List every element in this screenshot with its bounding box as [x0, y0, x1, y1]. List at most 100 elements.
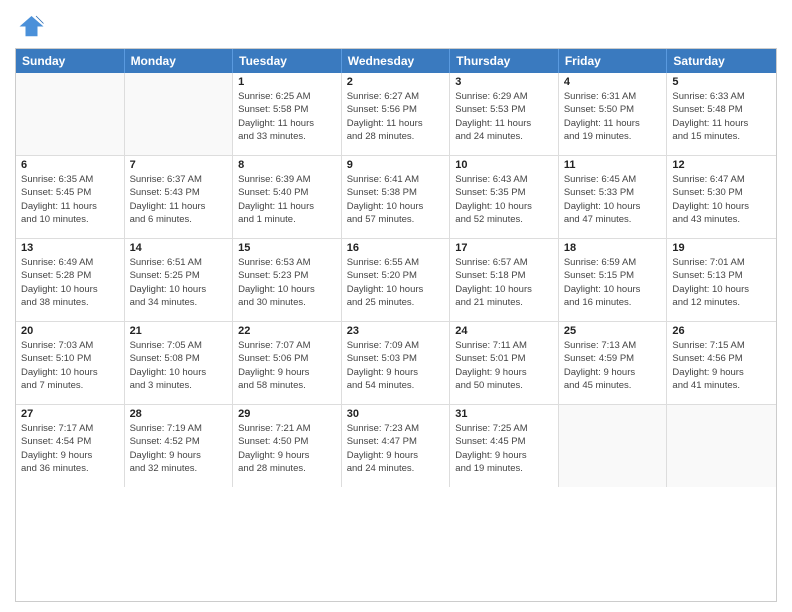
cell-line: Daylight: 10 hours	[347, 283, 445, 296]
day-number: 1	[238, 76, 336, 88]
cell-line: Sunrise: 6:43 AM	[455, 173, 553, 186]
cell-line: and 15 minutes.	[672, 130, 771, 143]
cell-line: Sunset: 5:58 PM	[238, 103, 336, 116]
cell-line: Sunrise: 6:59 AM	[564, 256, 662, 269]
day-number: 4	[564, 76, 662, 88]
calendar-cell: 26Sunrise: 7:15 AMSunset: 4:56 PMDayligh…	[667, 322, 776, 404]
cell-line: and 6 minutes.	[130, 213, 228, 226]
cell-line: Sunset: 5:30 PM	[672, 186, 771, 199]
calendar-cell: 12Sunrise: 6:47 AMSunset: 5:30 PMDayligh…	[667, 156, 776, 238]
calendar-cell: 27Sunrise: 7:17 AMSunset: 4:54 PMDayligh…	[16, 405, 125, 487]
cell-line: Daylight: 10 hours	[130, 366, 228, 379]
cell-line: Sunset: 4:54 PM	[21, 435, 119, 448]
cell-line: Sunset: 5:25 PM	[130, 269, 228, 282]
calendar-header-cell: Monday	[125, 49, 234, 73]
cell-line: Sunset: 4:45 PM	[455, 435, 553, 448]
cell-line: Sunrise: 7:17 AM	[21, 422, 119, 435]
calendar-cell: 10Sunrise: 6:43 AMSunset: 5:35 PMDayligh…	[450, 156, 559, 238]
calendar-cell: 21Sunrise: 7:05 AMSunset: 5:08 PMDayligh…	[125, 322, 234, 404]
cell-line: Sunrise: 6:51 AM	[130, 256, 228, 269]
calendar-cell: 15Sunrise: 6:53 AMSunset: 5:23 PMDayligh…	[233, 239, 342, 321]
calendar-row: 20Sunrise: 7:03 AMSunset: 5:10 PMDayligh…	[16, 322, 776, 405]
cell-line: Sunset: 5:50 PM	[564, 103, 662, 116]
cell-line: Daylight: 11 hours	[672, 117, 771, 130]
day-number: 13	[21, 242, 119, 254]
cell-line: Daylight: 11 hours	[238, 200, 336, 213]
cell-line: Sunset: 4:56 PM	[672, 352, 771, 365]
day-number: 28	[130, 408, 228, 420]
cell-line: Sunset: 5:20 PM	[347, 269, 445, 282]
cell-line: Sunset: 4:59 PM	[564, 352, 662, 365]
cell-line: Sunrise: 7:11 AM	[455, 339, 553, 352]
cell-line: Sunrise: 6:27 AM	[347, 90, 445, 103]
day-number: 24	[455, 325, 553, 337]
calendar-row: 13Sunrise: 6:49 AMSunset: 5:28 PMDayligh…	[16, 239, 776, 322]
calendar-cell: 17Sunrise: 6:57 AMSunset: 5:18 PMDayligh…	[450, 239, 559, 321]
cell-line: Daylight: 9 hours	[238, 366, 336, 379]
day-number: 25	[564, 325, 662, 337]
cell-line: Daylight: 10 hours	[21, 366, 119, 379]
day-number: 20	[21, 325, 119, 337]
day-number: 17	[455, 242, 553, 254]
calendar-cell: 4Sunrise: 6:31 AMSunset: 5:50 PMDaylight…	[559, 73, 668, 155]
cell-line: Sunset: 5:56 PM	[347, 103, 445, 116]
cell-line: Sunrise: 7:03 AM	[21, 339, 119, 352]
calendar-body: 1Sunrise: 6:25 AMSunset: 5:58 PMDaylight…	[16, 73, 776, 487]
calendar-row: 1Sunrise: 6:25 AMSunset: 5:58 PMDaylight…	[16, 73, 776, 156]
cell-line: Sunrise: 6:31 AM	[564, 90, 662, 103]
cell-line: Sunrise: 7:07 AM	[238, 339, 336, 352]
cell-line: and 52 minutes.	[455, 213, 553, 226]
cell-line: Daylight: 9 hours	[347, 366, 445, 379]
cell-line: Sunset: 5:08 PM	[130, 352, 228, 365]
page: SundayMondayTuesdayWednesdayThursdayFrid…	[0, 0, 792, 612]
calendar-cell: 19Sunrise: 7:01 AMSunset: 5:13 PMDayligh…	[667, 239, 776, 321]
calendar-cell: 7Sunrise: 6:37 AMSunset: 5:43 PMDaylight…	[125, 156, 234, 238]
cell-line: Sunrise: 6:41 AM	[347, 173, 445, 186]
day-number: 18	[564, 242, 662, 254]
calendar-cell: 13Sunrise: 6:49 AMSunset: 5:28 PMDayligh…	[16, 239, 125, 321]
cell-line: and 45 minutes.	[564, 379, 662, 392]
cell-line: Sunset: 5:01 PM	[455, 352, 553, 365]
cell-line: Sunrise: 7:19 AM	[130, 422, 228, 435]
calendar-cell: 16Sunrise: 6:55 AMSunset: 5:20 PMDayligh…	[342, 239, 451, 321]
day-number: 12	[672, 159, 771, 171]
cell-line: Sunset: 4:52 PM	[130, 435, 228, 448]
cell-line: Sunrise: 6:29 AM	[455, 90, 553, 103]
day-number: 16	[347, 242, 445, 254]
day-number: 10	[455, 159, 553, 171]
calendar-cell: 20Sunrise: 7:03 AMSunset: 5:10 PMDayligh…	[16, 322, 125, 404]
day-number: 6	[21, 159, 119, 171]
cell-line: Sunrise: 7:23 AM	[347, 422, 445, 435]
day-number: 29	[238, 408, 336, 420]
calendar-cell: 2Sunrise: 6:27 AMSunset: 5:56 PMDaylight…	[342, 73, 451, 155]
logo	[15, 10, 49, 40]
cell-line: Sunset: 5:33 PM	[564, 186, 662, 199]
cell-line: Daylight: 10 hours	[238, 283, 336, 296]
calendar-cell: 28Sunrise: 7:19 AMSunset: 4:52 PMDayligh…	[125, 405, 234, 487]
cell-line: Sunrise: 6:37 AM	[130, 173, 228, 186]
cell-line: and 24 minutes.	[455, 130, 553, 143]
cell-line: Sunrise: 6:45 AM	[564, 173, 662, 186]
calendar-header-cell: Tuesday	[233, 49, 342, 73]
day-number: 3	[455, 76, 553, 88]
cell-line: Daylight: 11 hours	[238, 117, 336, 130]
calendar-cell: 8Sunrise: 6:39 AMSunset: 5:40 PMDaylight…	[233, 156, 342, 238]
calendar-row: 27Sunrise: 7:17 AMSunset: 4:54 PMDayligh…	[16, 405, 776, 487]
cell-line: Sunrise: 6:57 AM	[455, 256, 553, 269]
cell-line: and 25 minutes.	[347, 296, 445, 309]
cell-line: and 1 minute.	[238, 213, 336, 226]
cell-line: and 7 minutes.	[21, 379, 119, 392]
cell-line: and 34 minutes.	[130, 296, 228, 309]
cell-line: and 54 minutes.	[347, 379, 445, 392]
cell-line: and 50 minutes.	[455, 379, 553, 392]
calendar-header-cell: Wednesday	[342, 49, 451, 73]
cell-line: and 47 minutes.	[564, 213, 662, 226]
calendar-cell: 31Sunrise: 7:25 AMSunset: 4:45 PMDayligh…	[450, 405, 559, 487]
header	[15, 10, 777, 40]
cell-line: and 16 minutes.	[564, 296, 662, 309]
calendar-cell: 6Sunrise: 6:35 AMSunset: 5:45 PMDaylight…	[16, 156, 125, 238]
calendar-row: 6Sunrise: 6:35 AMSunset: 5:45 PMDaylight…	[16, 156, 776, 239]
cell-line: Daylight: 11 hours	[21, 200, 119, 213]
cell-line: Sunset: 5:38 PM	[347, 186, 445, 199]
cell-line: and 3 minutes.	[130, 379, 228, 392]
